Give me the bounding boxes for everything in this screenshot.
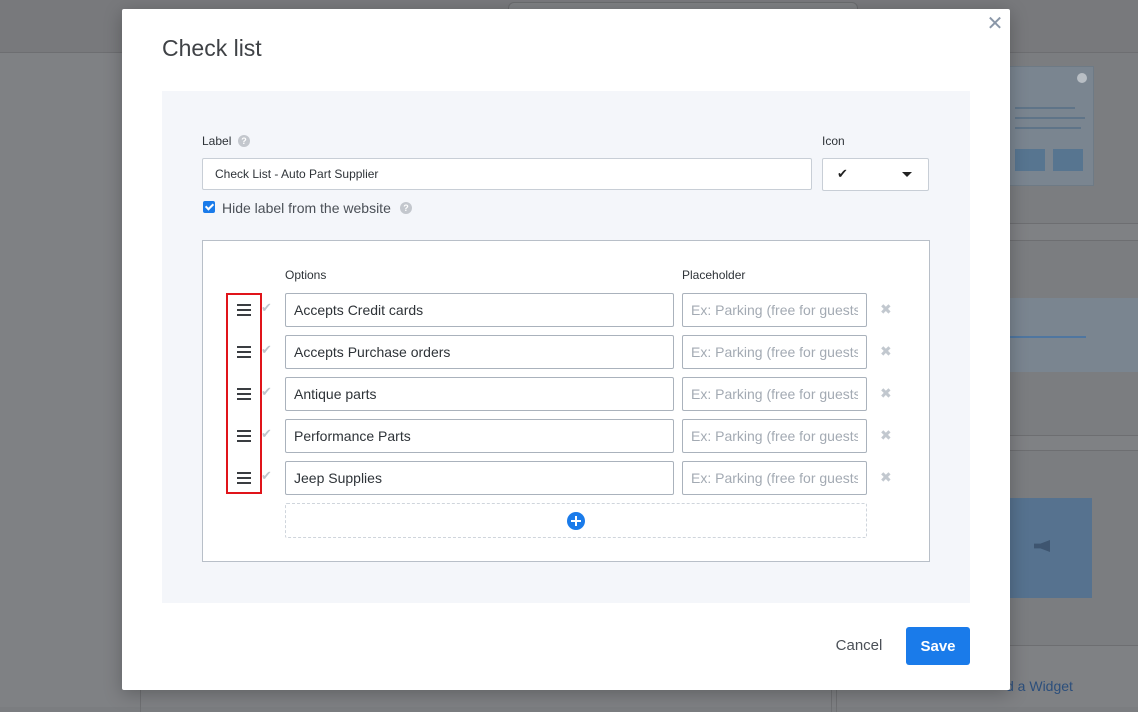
checkmark-icon: ✔ <box>261 426 272 441</box>
help-icon[interactable]: ? <box>238 135 250 147</box>
check-list-modal: ✕ Check list Label ? Icon ✔ Hide label f… <box>122 9 1010 690</box>
modal-title: Check list <box>162 35 262 61</box>
hide-label-checkbox[interactable] <box>203 201 215 213</box>
drag-handle-icon[interactable] <box>237 472 251 484</box>
placeholder-input[interactable] <box>682 419 867 453</box>
checkmark-icon: ✔ <box>837 166 848 181</box>
drag-handle-icon[interactable] <box>237 304 251 316</box>
delete-row-icon[interactable]: ✖ <box>880 301 892 318</box>
cancel-button[interactable]: Cancel <box>822 627 896 663</box>
checkmark-icon: ✔ <box>261 384 272 399</box>
drag-handle-icon[interactable] <box>237 430 251 442</box>
delete-row-icon[interactable]: ✖ <box>880 427 892 444</box>
delete-row-icon[interactable]: ✖ <box>880 469 892 486</box>
option-row: ✔ ✖ <box>203 377 929 411</box>
placeholder-input[interactable] <box>682 293 867 327</box>
plus-circle-icon <box>567 512 585 530</box>
add-option-button[interactable] <box>285 503 867 538</box>
background-thumbnail <box>992 298 1138 372</box>
help-icon[interactable]: ? <box>400 202 412 214</box>
label-field-label: Label <box>202 134 232 148</box>
checkmark-icon: ✔ <box>261 300 272 315</box>
add-widget-link: d a Widget <box>1006 678 1073 694</box>
option-input[interactable] <box>285 377 674 411</box>
icon-field-label: Icon <box>822 134 845 148</box>
delete-row-icon[interactable]: ✖ <box>880 385 892 402</box>
icon-dropdown[interactable]: ✔ <box>822 158 929 191</box>
option-input[interactable] <box>285 419 674 453</box>
option-input[interactable] <box>285 461 674 495</box>
form-panel: Label ? Icon ✔ Hide label from the websi… <box>162 91 970 603</box>
option-input[interactable] <box>285 335 674 369</box>
label-input[interactable] <box>202 158 812 190</box>
avatar-icon <box>1077 73 1087 83</box>
placeholder-input[interactable] <box>682 461 867 495</box>
megaphone-icon <box>1034 540 1050 552</box>
image-icon <box>1015 149 1045 171</box>
background-thumbnail <box>1008 66 1094 186</box>
option-row: ✔ ✖ <box>203 419 929 453</box>
option-row: ✔ ✖ <box>203 293 929 327</box>
option-row: ✔ ✖ <box>203 335 929 369</box>
caret-down-icon <box>902 172 912 177</box>
drag-handle-icon[interactable] <box>237 346 251 358</box>
drag-handle-icon[interactable] <box>237 388 251 400</box>
checkmark-icon: ✔ <box>261 468 272 483</box>
hide-label-text: Hide label from the website <box>222 200 391 216</box>
options-table: Options Placeholder ✔ ✖ ✔ ✖ ✔ <box>202 240 930 562</box>
save-button[interactable]: Save <box>906 627 970 665</box>
placeholder-column-header: Placeholder <box>682 268 746 282</box>
option-input[interactable] <box>285 293 674 327</box>
close-icon[interactable]: ✕ <box>986 13 1004 35</box>
option-row: ✔ ✖ <box>203 461 929 495</box>
options-column-header: Options <box>285 268 327 282</box>
checkmark-icon: ✔ <box>261 342 272 357</box>
image-icon <box>1053 149 1083 171</box>
placeholder-input[interactable] <box>682 335 867 369</box>
delete-row-icon[interactable]: ✖ <box>880 343 892 360</box>
placeholder-input[interactable] <box>682 377 867 411</box>
